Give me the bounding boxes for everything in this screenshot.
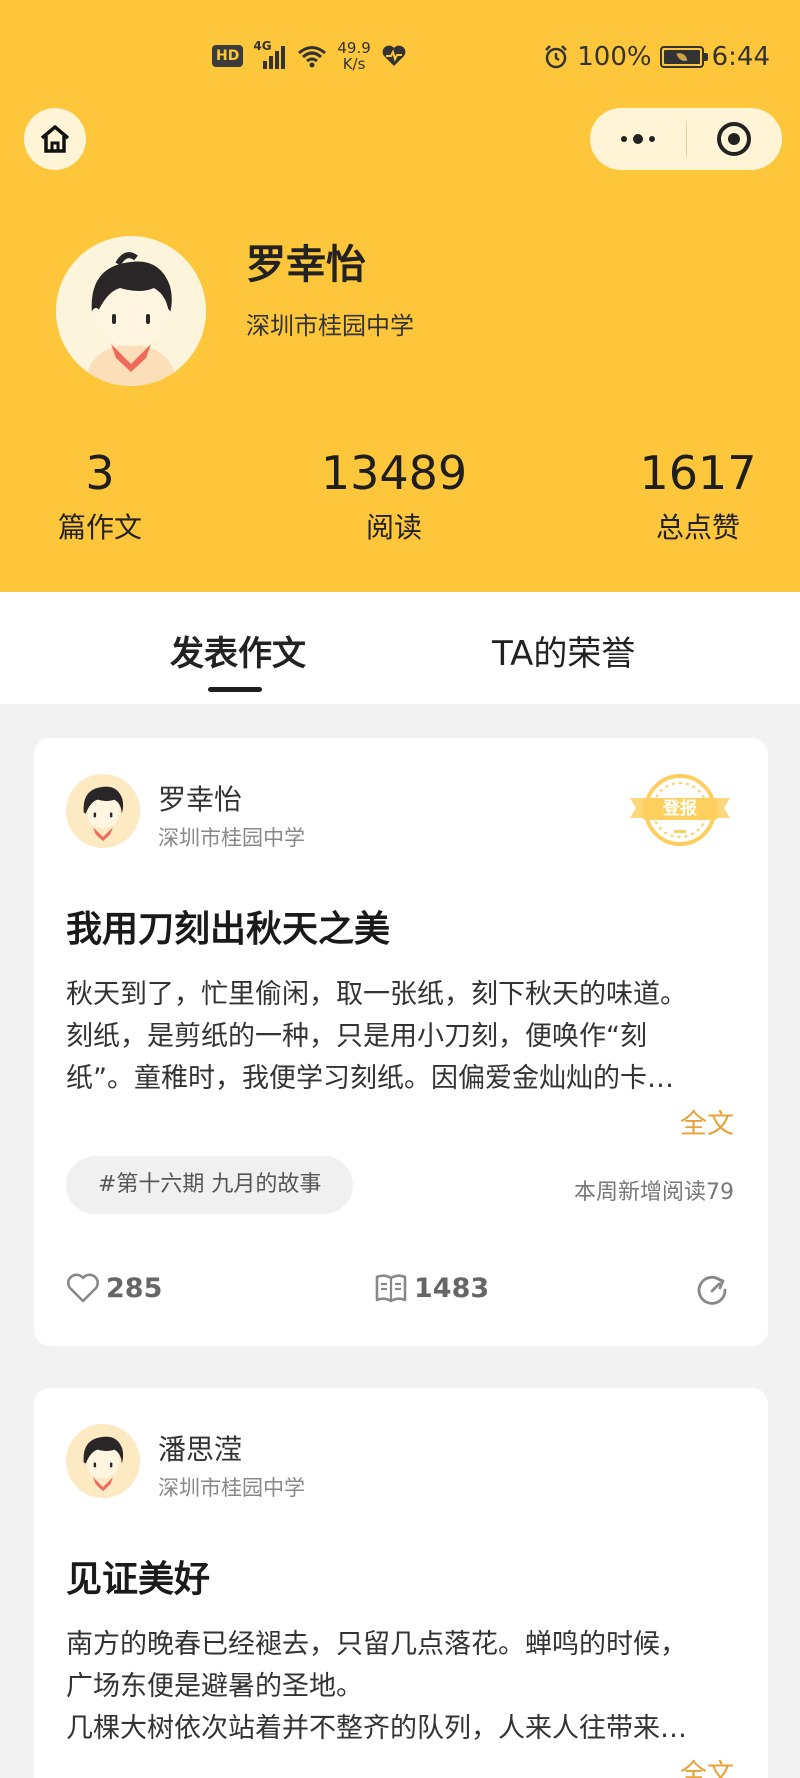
excerpt-line: 秋天到了，忙里偷闲，取一张纸，刻下秋天的味道。 bbox=[66, 979, 687, 1010]
author-school: 深圳市桂园中学 bbox=[158, 826, 305, 850]
stat-value: 1617 bbox=[639, 446, 757, 500]
boy-avatar-illustration bbox=[66, 1424, 140, 1498]
essay-card[interactable]: 罗幸怡 深圳市桂园中学 登报 我用刀刻出秋天之美 秋天到了，忙里偷闲，取一张纸，… bbox=[34, 738, 768, 1346]
target-icon bbox=[717, 122, 752, 156]
status-bar: HD 4G 49.9 K/s 100% 6:44 bbox=[0, 38, 800, 82]
excerpt-line: 几棵大树依次站着并不整齐的队列，人来人往带来… bbox=[66, 1713, 687, 1744]
like-count: 285 bbox=[106, 1272, 163, 1304]
full-text-link[interactable]: 全文 bbox=[680, 1102, 734, 1141]
essay-title[interactable]: 我用刀刻出秋天之美 bbox=[66, 900, 390, 952]
tab-bar: 发表作文 TA的荣誉 bbox=[0, 592, 800, 704]
stat-value: 13489 bbox=[320, 446, 468, 500]
heart-icon bbox=[67, 1273, 99, 1303]
mini-program-capsule bbox=[590, 108, 782, 170]
stat-likes[interactable]: 1617 总点赞 bbox=[636, 446, 760, 546]
author-school: 深圳市桂园中学 bbox=[158, 1476, 305, 1500]
close-button[interactable] bbox=[687, 108, 783, 170]
stat-label: 篇作文 bbox=[57, 511, 142, 544]
topic-tag[interactable]: #第十六期 九月的故事 bbox=[66, 1156, 354, 1214]
author-name[interactable]: 潘思滢 bbox=[158, 1428, 242, 1468]
share-icon bbox=[697, 1275, 727, 1305]
status-right: 100% 6:44 bbox=[543, 42, 770, 72]
essay-excerpt[interactable]: 秋天到了，忙里偷闲，取一张纸，刻下秋天的味道。 刻纸，是剪纸的一种，只是用小刀刻… bbox=[66, 974, 736, 1100]
boy-avatar-illustration bbox=[66, 774, 140, 848]
reads-button[interactable]: 1483 bbox=[374, 1272, 489, 1304]
essay-excerpt[interactable]: 南方的晚春已经褪去，只留几点落花。蝉鸣的时候， 广场东便是避暑的圣地。 几棵大树… bbox=[66, 1624, 736, 1750]
boy-avatar-illustration bbox=[56, 236, 206, 386]
excerpt-line: 纸”。童稚时，我便学习刻纸。因偏爱金灿灿的卡… bbox=[66, 1063, 674, 1094]
more-dots-icon bbox=[620, 134, 655, 144]
like-button[interactable]: 285 bbox=[66, 1272, 162, 1304]
network-type: 4G bbox=[253, 39, 272, 53]
battery-icon bbox=[659, 46, 708, 68]
profile-stats: 3 篇作文 13489 阅读 1617 总点赞 bbox=[0, 446, 800, 546]
profile-header: HD 4G 49.9 K/s 100% 6:44 罗幸怡 深圳市桂园中学 3 篇… bbox=[0, 0, 800, 592]
cellular-signal-icon: 4G bbox=[253, 39, 287, 71]
essay-title[interactable]: 见证美好 bbox=[66, 1550, 210, 1602]
share-button[interactable] bbox=[694, 1272, 730, 1308]
author-avatar[interactable] bbox=[66, 774, 140, 848]
full-text-link[interactable]: 全文 bbox=[680, 1752, 734, 1778]
read-count: 1483 bbox=[414, 1272, 490, 1304]
stat-essays[interactable]: 3 篇作文 bbox=[52, 446, 148, 546]
excerpt-line: 南方的晚春已经褪去，只留几点落花。蝉鸣的时候， bbox=[66, 1629, 687, 1660]
profile-avatar[interactable] bbox=[56, 236, 206, 386]
weekly-reads: 本周新增阅读79 bbox=[574, 1180, 734, 1205]
badge-label: 登报 bbox=[663, 799, 697, 819]
hd-badge: HD bbox=[212, 45, 244, 67]
more-button[interactable] bbox=[590, 108, 686, 170]
excerpt-line: 刻纸，是剪纸的一种，只是用小刀刻，便唤作“刻 bbox=[66, 1021, 647, 1052]
stat-label: 阅读 bbox=[365, 511, 422, 544]
network-speed: 49.9 K/s bbox=[337, 40, 370, 72]
alarm-icon bbox=[545, 45, 568, 69]
newspaper-badge: 登报 bbox=[628, 770, 732, 850]
home-button[interactable] bbox=[24, 108, 86, 170]
stat-reads[interactable]: 13489 阅读 bbox=[320, 446, 468, 546]
speed-value: 49.9 bbox=[337, 39, 371, 57]
battery-percent: 100% bbox=[577, 42, 652, 72]
status-icons: HD 4G 49.9 K/s bbox=[212, 39, 407, 72]
clock: 6:44 bbox=[711, 42, 770, 72]
stat-value: 3 bbox=[85, 446, 115, 500]
stat-label: 总点赞 bbox=[655, 511, 740, 544]
book-icon bbox=[375, 1274, 407, 1303]
tab-published-essays[interactable]: 发表作文 bbox=[170, 626, 306, 675]
heart-rate-icon bbox=[382, 45, 406, 66]
tab-honors[interactable]: TA的荣誉 bbox=[492, 626, 635, 675]
author-avatar[interactable] bbox=[66, 1424, 140, 1498]
excerpt-line: 广场东便是避暑的圣地。 bbox=[66, 1671, 363, 1702]
wifi-icon bbox=[298, 46, 327, 68]
profile-name: 罗幸怡 bbox=[246, 242, 366, 288]
home-icon bbox=[40, 125, 70, 153]
speed-unit: K/s bbox=[342, 55, 366, 73]
essay-card[interactable]: 潘思滢 深圳市桂园中学 见证美好 南方的晚春已经褪去，只留几点落花。蝉鸣的时候，… bbox=[34, 1388, 768, 1778]
profile-school: 深圳市桂园中学 bbox=[246, 312, 414, 340]
author-name[interactable]: 罗幸怡 bbox=[158, 778, 242, 818]
active-tab-indicator bbox=[208, 687, 262, 692]
card-actions: 285 1483 bbox=[34, 1268, 768, 1318]
